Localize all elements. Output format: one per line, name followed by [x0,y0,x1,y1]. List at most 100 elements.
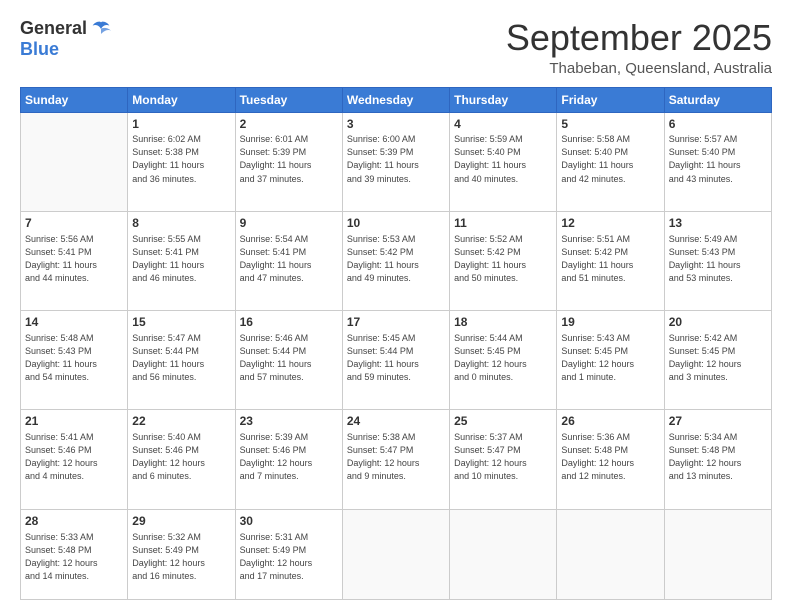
cell-info: Sunrise: 5:38 AM Sunset: 5:47 PM Dayligh… [347,431,445,483]
calendar-cell: 30Sunrise: 5:31 AM Sunset: 5:49 PM Dayli… [235,509,342,599]
day-number: 7 [25,215,123,232]
calendar-cell: 3Sunrise: 6:00 AM Sunset: 5:39 PM Daylig… [342,112,449,211]
cell-info: Sunrise: 5:49 AM Sunset: 5:43 PM Dayligh… [669,233,767,285]
day-number: 6 [669,116,767,133]
day-number: 23 [240,413,338,430]
calendar-cell: 21Sunrise: 5:41 AM Sunset: 5:46 PM Dayli… [21,410,128,509]
calendar-cell: 9Sunrise: 5:54 AM Sunset: 5:41 PM Daylig… [235,211,342,310]
cell-info: Sunrise: 5:57 AM Sunset: 5:40 PM Dayligh… [669,133,767,185]
cell-info: Sunrise: 5:37 AM Sunset: 5:47 PM Dayligh… [454,431,552,483]
cell-info: Sunrise: 5:44 AM Sunset: 5:45 PM Dayligh… [454,332,552,384]
day-number: 25 [454,413,552,430]
title-area: September 2025 Thabeban, Queensland, Aus… [506,18,772,77]
col-header-tuesday: Tuesday [235,87,342,112]
logo-blue: Blue [20,39,59,60]
day-number: 27 [669,413,767,430]
calendar-cell: 15Sunrise: 5:47 AM Sunset: 5:44 PM Dayli… [128,311,235,410]
cell-info: Sunrise: 5:39 AM Sunset: 5:46 PM Dayligh… [240,431,338,483]
day-number: 15 [132,314,230,331]
day-number: 30 [240,513,338,530]
cell-info: Sunrise: 5:36 AM Sunset: 5:48 PM Dayligh… [561,431,659,483]
calendar-cell: 6Sunrise: 5:57 AM Sunset: 5:40 PM Daylig… [664,112,771,211]
calendar-week-row: 28Sunrise: 5:33 AM Sunset: 5:48 PM Dayli… [21,509,772,599]
calendar-cell: 11Sunrise: 5:52 AM Sunset: 5:42 PM Dayli… [450,211,557,310]
calendar-cell: 19Sunrise: 5:43 AM Sunset: 5:45 PM Dayli… [557,311,664,410]
day-number: 2 [240,116,338,133]
cell-info: Sunrise: 5:54 AM Sunset: 5:41 PM Dayligh… [240,233,338,285]
col-header-monday: Monday [128,87,235,112]
day-number: 10 [347,215,445,232]
col-header-saturday: Saturday [664,87,771,112]
cell-info: Sunrise: 5:55 AM Sunset: 5:41 PM Dayligh… [132,233,230,285]
calendar-cell [557,509,664,599]
cell-info: Sunrise: 5:59 AM Sunset: 5:40 PM Dayligh… [454,133,552,185]
calendar-cell: 20Sunrise: 5:42 AM Sunset: 5:45 PM Dayli… [664,311,771,410]
page: General Blue September 2025 Thabeban, Qu… [0,0,792,612]
calendar-table: SundayMondayTuesdayWednesdayThursdayFrid… [20,87,772,600]
month-title: September 2025 [506,18,772,58]
calendar-cell: 18Sunrise: 5:44 AM Sunset: 5:45 PM Dayli… [450,311,557,410]
col-header-friday: Friday [557,87,664,112]
day-number: 29 [132,513,230,530]
logo: General [20,18,111,39]
calendar-cell: 7Sunrise: 5:56 AM Sunset: 5:41 PM Daylig… [21,211,128,310]
calendar-cell: 4Sunrise: 5:59 AM Sunset: 5:40 PM Daylig… [450,112,557,211]
calendar-cell [21,112,128,211]
cell-info: Sunrise: 5:46 AM Sunset: 5:44 PM Dayligh… [240,332,338,384]
day-number: 18 [454,314,552,331]
day-number: 26 [561,413,659,430]
day-number: 16 [240,314,338,331]
calendar-week-row: 14Sunrise: 5:48 AM Sunset: 5:43 PM Dayli… [21,311,772,410]
col-header-wednesday: Wednesday [342,87,449,112]
day-number: 4 [454,116,552,133]
calendar-cell: 29Sunrise: 5:32 AM Sunset: 5:49 PM Dayli… [128,509,235,599]
col-header-sunday: Sunday [21,87,128,112]
calendar-cell: 10Sunrise: 5:53 AM Sunset: 5:42 PM Dayli… [342,211,449,310]
cell-info: Sunrise: 6:00 AM Sunset: 5:39 PM Dayligh… [347,133,445,185]
calendar-cell: 5Sunrise: 5:58 AM Sunset: 5:40 PM Daylig… [557,112,664,211]
cell-info: Sunrise: 5:45 AM Sunset: 5:44 PM Dayligh… [347,332,445,384]
calendar-week-row: 21Sunrise: 5:41 AM Sunset: 5:46 PM Dayli… [21,410,772,509]
logo-general: General [20,18,87,39]
cell-info: Sunrise: 5:53 AM Sunset: 5:42 PM Dayligh… [347,233,445,285]
calendar-week-row: 1Sunrise: 6:02 AM Sunset: 5:38 PM Daylig… [21,112,772,211]
day-number: 13 [669,215,767,232]
calendar-cell [342,509,449,599]
day-number: 11 [454,215,552,232]
calendar-cell: 27Sunrise: 5:34 AM Sunset: 5:48 PM Dayli… [664,410,771,509]
day-number: 19 [561,314,659,331]
col-header-thursday: Thursday [450,87,557,112]
calendar-cell: 12Sunrise: 5:51 AM Sunset: 5:42 PM Dayli… [557,211,664,310]
calendar-cell: 25Sunrise: 5:37 AM Sunset: 5:47 PM Dayli… [450,410,557,509]
calendar-cell: 2Sunrise: 6:01 AM Sunset: 5:39 PM Daylig… [235,112,342,211]
calendar-cell [664,509,771,599]
day-number: 21 [25,413,123,430]
cell-info: Sunrise: 5:56 AM Sunset: 5:41 PM Dayligh… [25,233,123,285]
cell-info: Sunrise: 5:52 AM Sunset: 5:42 PM Dayligh… [454,233,552,285]
calendar-cell: 22Sunrise: 5:40 AM Sunset: 5:46 PM Dayli… [128,410,235,509]
cell-info: Sunrise: 5:40 AM Sunset: 5:46 PM Dayligh… [132,431,230,483]
cell-info: Sunrise: 5:58 AM Sunset: 5:40 PM Dayligh… [561,133,659,185]
day-number: 12 [561,215,659,232]
calendar-cell: 23Sunrise: 5:39 AM Sunset: 5:46 PM Dayli… [235,410,342,509]
calendar-cell: 14Sunrise: 5:48 AM Sunset: 5:43 PM Dayli… [21,311,128,410]
day-number: 3 [347,116,445,133]
cell-info: Sunrise: 5:42 AM Sunset: 5:45 PM Dayligh… [669,332,767,384]
day-number: 20 [669,314,767,331]
logo-bird-icon [91,19,111,39]
cell-info: Sunrise: 5:41 AM Sunset: 5:46 PM Dayligh… [25,431,123,483]
cell-info: Sunrise: 5:48 AM Sunset: 5:43 PM Dayligh… [25,332,123,384]
logo-area: General Blue [20,18,111,60]
calendar-week-row: 7Sunrise: 5:56 AM Sunset: 5:41 PM Daylig… [21,211,772,310]
calendar-cell: 1Sunrise: 6:02 AM Sunset: 5:38 PM Daylig… [128,112,235,211]
day-number: 5 [561,116,659,133]
cell-info: Sunrise: 5:33 AM Sunset: 5:48 PM Dayligh… [25,531,123,583]
day-number: 22 [132,413,230,430]
cell-info: Sunrise: 5:31 AM Sunset: 5:49 PM Dayligh… [240,531,338,583]
day-number: 9 [240,215,338,232]
calendar-cell: 13Sunrise: 5:49 AM Sunset: 5:43 PM Dayli… [664,211,771,310]
cell-info: Sunrise: 5:32 AM Sunset: 5:49 PM Dayligh… [132,531,230,583]
calendar-cell [450,509,557,599]
header: General Blue September 2025 Thabeban, Qu… [20,18,772,77]
cell-info: Sunrise: 6:02 AM Sunset: 5:38 PM Dayligh… [132,133,230,185]
